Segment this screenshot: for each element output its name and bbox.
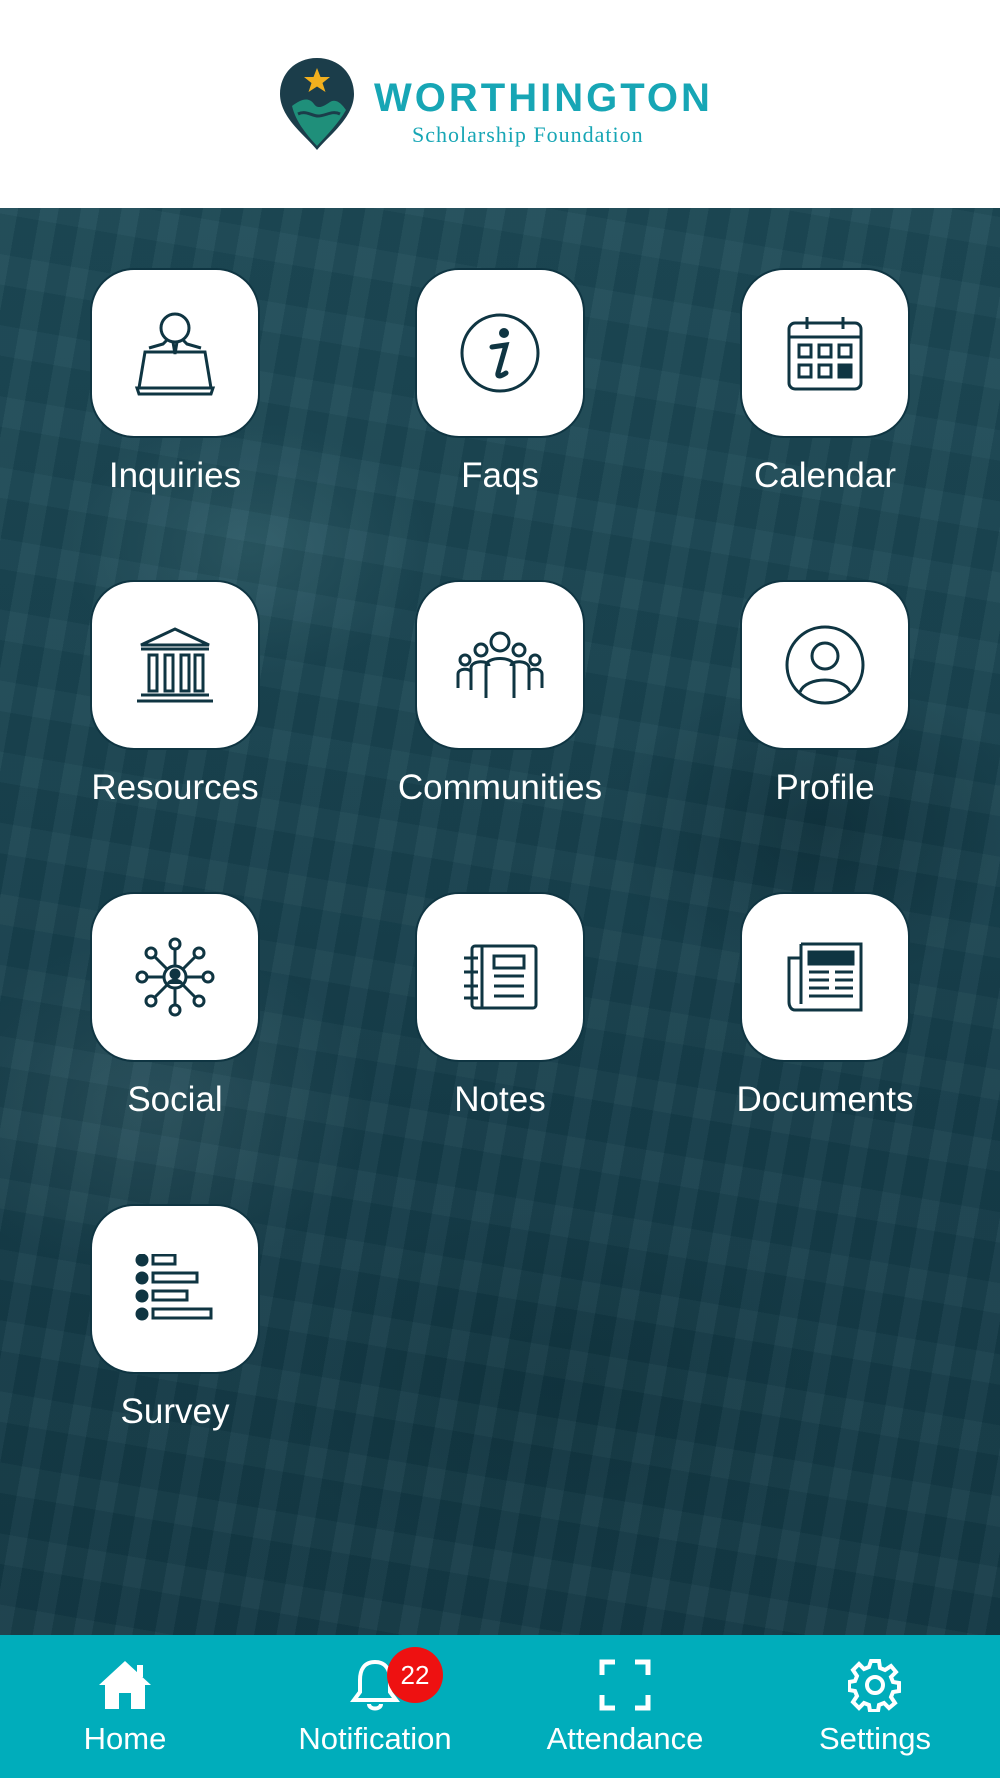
tile-social-box[interactable] (90, 892, 260, 1062)
brand-name: WORTHINGTON (374, 76, 713, 120)
brand-logo: WORTHINGTON Scholarship Foundation (278, 56, 728, 156)
tile-social-label: Social (127, 1080, 223, 1119)
nav-notification[interactable]: 22 Notification (275, 1647, 475, 1757)
nav-settings-label: Settings (818, 1721, 931, 1756)
tile-notes-label: Notes (454, 1080, 546, 1119)
notebook-icon (464, 944, 538, 1010)
list-bars-icon (135, 1254, 213, 1321)
tile-profile[interactable]: Profile (740, 580, 910, 808)
user-circle-icon (785, 625, 865, 705)
tile-faqs-box[interactable] (415, 268, 585, 438)
notification-badge: 22 (387, 1647, 443, 1703)
nav-notification-label: Notification (298, 1721, 452, 1756)
newspaper-icon (787, 942, 863, 1012)
tile-profile-box[interactable] (740, 580, 910, 750)
home-icon (99, 1661, 151, 1709)
tile-notes-box[interactable] (415, 892, 585, 1062)
tile-inquiries[interactable]: Inquiries (90, 268, 260, 496)
nav-home[interactable]: Home (25, 1655, 225, 1757)
tile-inquiries-box[interactable] (90, 268, 260, 438)
tile-resources-box[interactable] (90, 580, 260, 750)
tile-resources-label: Resources (91, 768, 259, 807)
nav-settings[interactable]: Settings (775, 1655, 975, 1757)
tile-survey-label: Survey (120, 1392, 230, 1431)
tile-profile-label: Profile (775, 768, 875, 807)
tile-notes[interactable]: Notes (415, 892, 585, 1120)
tile-documents-label: Documents (736, 1080, 914, 1119)
map-pin-logo-icon (280, 58, 354, 150)
brand-subtitle: Scholarship Foundation (412, 122, 644, 147)
tile-communities-box[interactable] (415, 580, 585, 750)
tile-survey-box[interactable] (90, 1204, 260, 1374)
tile-faqs[interactable]: Faqs (415, 268, 585, 496)
bottom-navigation: Home 22 Notification Attendance Settings (0, 1635, 1000, 1778)
tile-inquiries-label: Inquiries (108, 456, 242, 495)
nav-attendance-label: Attendance (546, 1721, 704, 1756)
tile-documents[interactable]: Documents (736, 892, 914, 1120)
tile-social[interactable]: Social (90, 892, 260, 1120)
nav-attendance[interactable]: Attendance (525, 1655, 725, 1757)
info-icon (460, 313, 540, 393)
tile-calendar-box[interactable] (740, 268, 910, 438)
gear-icon (848, 1659, 901, 1712)
bank-building-icon (137, 627, 213, 703)
tile-documents-box[interactable] (740, 892, 910, 1062)
tile-communities[interactable]: Communities (398, 580, 602, 808)
people-group-icon (456, 631, 544, 698)
scan-frame-icon (599, 1659, 651, 1711)
tile-resources[interactable]: Resources (90, 580, 260, 808)
dashboard-grid: Inquiries Faqs Calendar Resources Commun… (0, 208, 1000, 1635)
calendar-icon (787, 317, 863, 391)
tile-survey[interactable]: Survey (90, 1204, 260, 1432)
tile-calendar-label: Calendar (753, 456, 897, 495)
tile-faqs-label: Faqs (461, 456, 539, 495)
network-hub-icon (135, 937, 215, 1017)
person-laptop-icon (134, 312, 216, 396)
tile-calendar[interactable]: Calendar (740, 268, 910, 496)
tile-communities-label: Communities (397, 768, 603, 807)
app-header: WORTHINGTON Scholarship Foundation (0, 0, 1000, 208)
nav-home-label: Home (83, 1721, 167, 1756)
